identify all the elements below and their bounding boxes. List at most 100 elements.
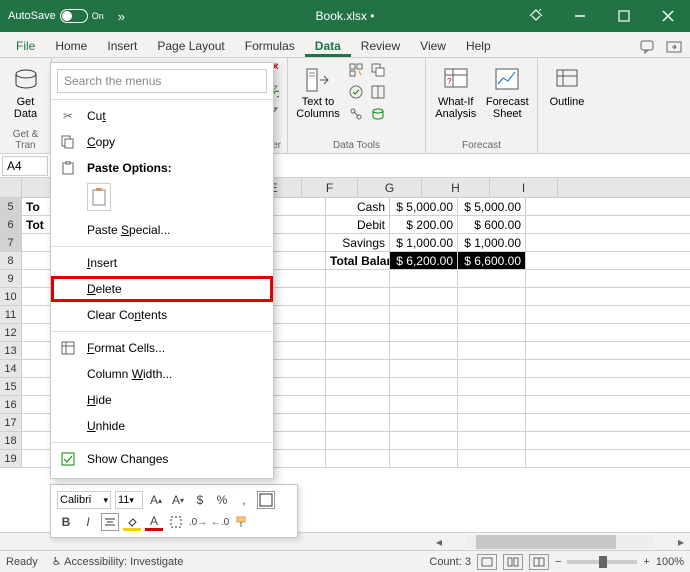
data-model-icon[interactable] xyxy=(368,104,388,124)
minimize-button[interactable] xyxy=(558,0,602,32)
outline-button[interactable]: Outline xyxy=(544,60,590,108)
cell[interactable] xyxy=(390,414,458,431)
row-header[interactable]: 5 xyxy=(0,198,22,215)
tab-review[interactable]: Review xyxy=(351,35,410,57)
flash-fill-icon[interactable] xyxy=(346,60,366,80)
cell[interactable] xyxy=(458,378,526,395)
fill-color-icon[interactable] xyxy=(123,513,141,531)
cell[interactable] xyxy=(326,450,390,467)
cell[interactable] xyxy=(458,450,526,467)
scroll-thumb[interactable] xyxy=(476,535,616,549)
menu-paste-special[interactable]: Paste Special... xyxy=(51,217,273,243)
cell[interactable]: $ 5,000.00 xyxy=(390,198,458,215)
comma-format-icon[interactable]: , xyxy=(235,491,253,509)
cell[interactable] xyxy=(326,414,390,431)
select-all-corner[interactable] xyxy=(0,178,22,197)
tab-file[interactable]: File xyxy=(6,35,45,57)
consolidate-icon[interactable] xyxy=(368,82,388,102)
cell[interactable]: Debit xyxy=(326,216,390,233)
increase-decimal-icon[interactable]: .0→ xyxy=(189,513,207,531)
cell[interactable] xyxy=(390,450,458,467)
maximize-button[interactable] xyxy=(602,0,646,32)
menu-search-input[interactable]: Search the menus xyxy=(57,69,267,93)
row-header[interactable]: 6 xyxy=(0,216,22,233)
cell[interactable] xyxy=(270,414,326,431)
cell[interactable] xyxy=(270,306,326,323)
text-to-columns-button[interactable]: Text to Columns xyxy=(294,60,342,120)
forecast-sheet-button[interactable]: Forecast Sheet xyxy=(484,60,532,120)
row-header[interactable]: 7 xyxy=(0,234,22,251)
tab-data[interactable]: Data xyxy=(305,35,351,57)
cell[interactable] xyxy=(326,396,390,413)
row-header[interactable]: 15 xyxy=(0,378,22,395)
menu-insert[interactable]: Insert xyxy=(51,250,273,276)
paste-icon[interactable] xyxy=(87,183,111,211)
ribbon-display-options-icon[interactable] xyxy=(514,0,558,32)
zoom-in-icon[interactable]: + xyxy=(643,556,649,568)
remove-duplicates-icon[interactable] xyxy=(368,60,388,80)
cell[interactable] xyxy=(390,360,458,377)
row-header[interactable]: 16 xyxy=(0,396,22,413)
cell[interactable] xyxy=(390,396,458,413)
what-if-analysis-button[interactable]: ? What-If Analysis xyxy=(432,60,480,120)
tab-home[interactable]: Home xyxy=(45,35,97,57)
cell[interactable]: $ 6,200.00 xyxy=(390,252,458,269)
decrease-decimal-icon[interactable]: ←.0 xyxy=(211,513,229,531)
font-size-selector[interactable]: 11▾ xyxy=(115,491,143,509)
cell[interactable] xyxy=(270,234,326,251)
row-header[interactable]: 11 xyxy=(0,306,22,323)
accessibility-status[interactable]: ♿︎ Accessibility: Investigate xyxy=(52,555,184,568)
qatoolbar-overflow-icon[interactable]: » xyxy=(112,9,131,24)
cell[interactable] xyxy=(326,306,390,323)
row-header[interactable]: 14 xyxy=(0,360,22,377)
menu-clear-contents[interactable]: Clear Contents xyxy=(51,302,273,328)
menu-cut[interactable]: ✂ Cut xyxy=(51,103,273,129)
cell[interactable] xyxy=(270,396,326,413)
font-color-icon[interactable]: A xyxy=(145,513,163,531)
menu-format-cells[interactable]: Format Cells... xyxy=(51,335,273,361)
cell[interactable] xyxy=(458,270,526,287)
zoom-level[interactable]: 100% xyxy=(656,556,684,568)
cell[interactable] xyxy=(270,270,326,287)
cell[interactable] xyxy=(390,324,458,341)
align-center-icon[interactable] xyxy=(101,513,119,531)
row-header[interactable]: 19 xyxy=(0,450,22,467)
cell[interactable] xyxy=(270,252,326,269)
cell[interactable] xyxy=(270,216,326,233)
data-validation-icon[interactable] xyxy=(346,82,366,102)
scroll-track[interactable] xyxy=(466,535,654,549)
cell[interactable] xyxy=(270,360,326,377)
increase-font-icon[interactable]: A▴ xyxy=(147,491,165,509)
format-painter-icon[interactable] xyxy=(233,513,251,531)
normal-view-icon[interactable] xyxy=(477,554,497,570)
row-header[interactable]: 13 xyxy=(0,342,22,359)
cell[interactable] xyxy=(458,342,526,359)
tab-formulas[interactable]: Formulas xyxy=(235,35,305,57)
cell[interactable] xyxy=(390,378,458,395)
cell[interactable] xyxy=(458,306,526,323)
row-header[interactable]: 9 xyxy=(0,270,22,287)
cell[interactable]: Savings xyxy=(326,234,390,251)
comments-icon[interactable] xyxy=(638,37,658,57)
cell[interactable]: $ 200.00 xyxy=(390,216,458,233)
tab-page-layout[interactable]: Page Layout xyxy=(147,35,234,57)
row-header[interactable]: 18 xyxy=(0,432,22,449)
row-header[interactable]: 12 xyxy=(0,324,22,341)
column-header[interactable]: H xyxy=(422,178,490,197)
cell[interactable] xyxy=(326,378,390,395)
menu-copy[interactable]: Copy xyxy=(51,129,273,155)
percent-format-icon[interactable]: % xyxy=(213,491,231,509)
autosave-toggle[interactable]: AutoSave On xyxy=(0,9,112,23)
cell[interactable]: Total Balance: xyxy=(326,252,390,269)
close-button[interactable] xyxy=(646,0,690,32)
zoom-slider[interactable] xyxy=(567,560,637,564)
tab-view[interactable]: View xyxy=(410,35,456,57)
cell[interactable]: $ 5,000.00 xyxy=(458,198,526,215)
get-data-button[interactable]: Get Data xyxy=(6,60,45,120)
cell[interactable]: $ 6,600.00 xyxy=(458,252,526,269)
menu-hide[interactable]: Hide xyxy=(51,387,273,413)
page-layout-view-icon[interactable] xyxy=(503,554,523,570)
column-header[interactable]: I xyxy=(490,178,558,197)
cell[interactable] xyxy=(390,306,458,323)
menu-delete[interactable]: Delete xyxy=(51,276,273,302)
